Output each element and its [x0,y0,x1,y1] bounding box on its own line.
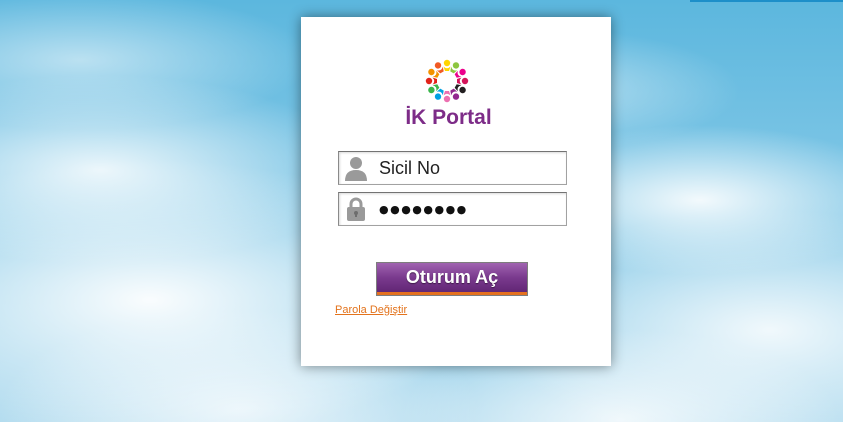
username-input[interactable] [379,152,561,184]
logo-text: İK Portal [405,106,492,129]
top-accent-bar [690,0,843,2]
login-button[interactable]: Oturum Aç [376,262,528,296]
lock-icon [344,196,368,222]
people-ring-logo-icon [425,59,469,103]
user-icon [344,155,368,181]
password-input[interactable] [379,193,561,225]
change-password-link[interactable]: Parola Değiştir [335,304,407,316]
password-field[interactable] [338,192,567,226]
login-card: İK Portal Oturum Aç Parola Değiştir [301,17,611,366]
username-field[interactable] [338,151,567,185]
